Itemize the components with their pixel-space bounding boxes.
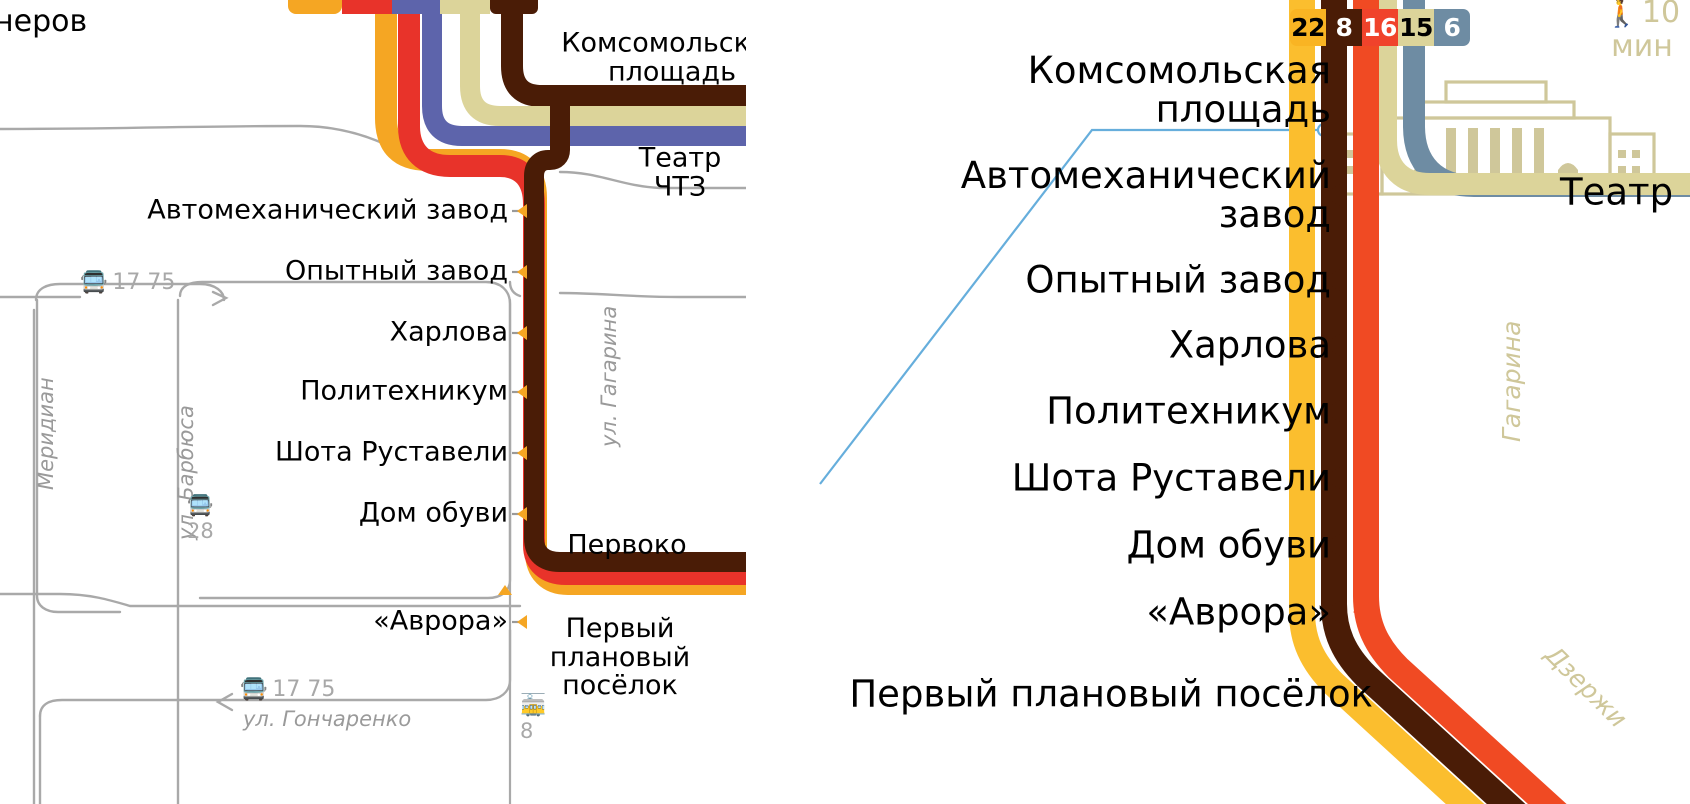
station-label-line: Автомеханический	[960, 153, 1331, 197]
station-label-teatr[interactable]: Театр	[1560, 172, 1673, 211]
station-label-line: Дом обуви	[1126, 523, 1331, 567]
walk-minutes: 10	[1641, 0, 1681, 30]
route-badge-16[interactable]: 16	[1362, 9, 1398, 46]
station-label-line: Комсомольская	[1027, 48, 1331, 92]
partial-label-top: неров	[0, 4, 88, 40]
station-label-line: Опытный завод	[284, 255, 508, 287]
detailed-map-panel[interactable]: Комсомольскаяплощадь ТеатрЧТЗ Автомеханиче…	[0, 0, 746, 804]
street-label-ul-goncharenko: ул. Гончаренко	[243, 707, 412, 731]
station-label-dom-obuvi[interactable]: Дом обуви	[358, 497, 508, 529]
street-label-meridian: Меридиан	[34, 377, 58, 490]
route-badge-22[interactable]: 22	[1290, 9, 1326, 46]
route-numbers: 28	[187, 519, 214, 543]
station-label-line: Опытный завод	[1025, 258, 1331, 302]
route-numbers: 17 75	[272, 677, 336, 702]
station-label-pervyy-planovyy[interactable]: Первый плановый посёлок	[849, 674, 1373, 713]
route-number-badges[interactable]: 22 8 16 15 6	[1290, 9, 1470, 46]
station-label-line: Харлова	[1168, 323, 1331, 367]
station-label-line: Харлова	[389, 316, 508, 348]
station-label-avrora[interactable]: «Аврора»	[1146, 592, 1331, 631]
station-label-line: ЧТЗ	[653, 171, 707, 202]
schematic-line-detail-panel[interactable]: Комсомольская площадь Автомеханический заво…	[746, 0, 1690, 804]
route-badge-15[interactable]: 15	[1398, 9, 1434, 46]
station-label-line: Комсомольская	[561, 27, 746, 59]
station-label-kharlova[interactable]: Харлова	[1169, 325, 1331, 364]
station-label-line: площадь	[607, 56, 736, 87]
station-label-komsomolskaya[interactable]: Комсомольскаяплощадь	[1027, 48, 1331, 131]
station-label-line: Шота Руставели	[275, 436, 508, 468]
station-label-line: Первоко	[567, 529, 687, 561]
station-label-line: Дом обуви	[358, 497, 508, 529]
walk-unit: мин	[1611, 28, 1673, 64]
street-label-gagarina: Гагарина	[1497, 320, 1526, 442]
route-numbers: 17 75	[112, 270, 176, 295]
station-label-line: Театр	[1560, 170, 1674, 214]
station-label-politekhnikum[interactable]: Политехникум	[1046, 391, 1331, 430]
walking-time-note: 🚶 10 мин	[1604, 0, 1680, 63]
station-label-line: посёлок	[562, 670, 678, 702]
station-label-pervyy-planovyy[interactable]: Первый плановый посёлок	[549, 613, 691, 702]
station-label-opytnyy[interactable]: Опытный завод	[1025, 260, 1331, 299]
route-numbers: 8	[520, 719, 534, 743]
station-label-line: площадь	[1155, 88, 1331, 131]
bus-icon: 🚍	[187, 493, 214, 517]
station-label-line: плановый	[549, 641, 691, 673]
route-badge-6[interactable]: 6	[1434, 9, 1470, 46]
tram-icon: 🚋	[520, 693, 547, 717]
station-label-line: Политехникум	[1046, 389, 1331, 433]
station-label-line: Автомеханический завод	[147, 194, 508, 226]
station-label-dom-obuvi[interactable]: Дом обуви	[1127, 525, 1331, 564]
station-label-shota-rustaveli[interactable]: Шота Руставели	[1012, 458, 1331, 497]
station-label-teatr-chtz[interactable]: Театр ЧТЗ	[639, 144, 722, 201]
station-label-shota-rustaveli[interactable]: Шота Руставели	[275, 436, 508, 468]
street-label-ul-gagarina: ул. Гагарина	[597, 305, 621, 447]
station-label-line: «Аврора»	[373, 605, 508, 637]
station-label-line: Первый	[565, 613, 675, 645]
bus-17-75-bottom: 🚍 17 75	[240, 677, 335, 702]
station-label-pervoko[interactable]: Первоко	[567, 529, 687, 561]
station-label-avtomekhanicheskiy[interactable]: Автомеханический завод	[147, 194, 508, 226]
bus-17-75-top: 🚍 17 75	[80, 270, 175, 295]
station-label-line: завод	[1218, 193, 1331, 236]
station-label-line: Шота Руставели	[1011, 456, 1331, 500]
station-label-opytnyy[interactable]: Опытный завод	[284, 255, 508, 287]
route-badge-8[interactable]: 8	[1326, 9, 1362, 46]
station-label-kharlova[interactable]: Харлова	[389, 316, 508, 348]
station-label-avtomekhanicheskiy[interactable]: Автомеханический завод	[960, 153, 1331, 236]
station-label-politekhnikum[interactable]: Политехникум	[300, 375, 508, 407]
station-label-line: Театр	[638, 142, 722, 174]
pedestrian-icon: 🚶	[1604, 0, 1639, 30]
tram-8: 🚋 8	[520, 693, 546, 743]
station-label-komsomolskaya[interactable]: Комсомольскаяплощадь	[561, 29, 746, 86]
bus-icon: 🚍	[240, 677, 268, 702]
transit-map-screenshot: КомсомольскаяплощадьТеатрЧТЗАвтомеханиче…	[0, 0, 1690, 804]
station-label-line: Первый плановый посёлок	[849, 672, 1373, 716]
station-label-line: Политехникум	[300, 375, 508, 407]
bus-icon: 🚍	[80, 270, 108, 295]
station-label-avrora[interactable]: «Аврора»	[373, 605, 508, 637]
station-label-line: «Аврора»	[1146, 590, 1331, 634]
bus-28: 🚍 28	[187, 493, 214, 543]
